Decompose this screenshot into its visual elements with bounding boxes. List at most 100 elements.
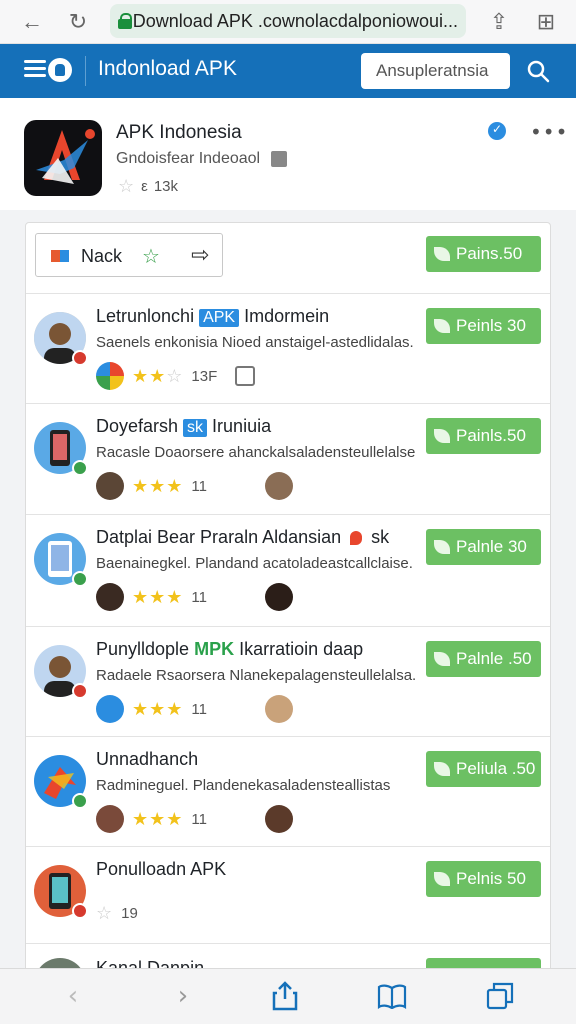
more-icon[interactable]: ••• (530, 120, 568, 144)
share-icon[interactable] (270, 981, 300, 1011)
item-downloads: 11 (191, 700, 207, 718)
flag-icon (51, 250, 69, 262)
tabs-icon[interactable] (486, 981, 516, 1011)
rating-stars: ☆ (96, 902, 114, 924)
browser-toolbar: ← ↻ Download APK .cownolacdalponiowoui..… (0, 0, 576, 44)
item-meta: ★★☆ 13F (96, 362, 256, 390)
app-name: APK Indonesia (116, 122, 242, 143)
item-description: Saenels enkonisia Nioed anstaigel-astedl… (96, 334, 414, 351)
item-title[interactable]: Punylldople MPK Ikarratioin daap (96, 639, 363, 660)
item-downloads: 19 (121, 904, 138, 922)
bookmarks-icon[interactable] (377, 981, 407, 1011)
badge-icon (72, 460, 88, 476)
reload-icon[interactable]: ↻ (60, 4, 96, 40)
pin-icon (350, 531, 363, 546)
list-item[interactable]: Punylldople MPK Ikarratioin daap Radaele… (26, 626, 550, 736)
item-title-suffix: Ikarratioin daap (234, 639, 364, 659)
filter-box[interactable]: Nack ☆ ⇨ (35, 233, 223, 277)
download-button[interactable]: Peliula .50 (426, 751, 541, 787)
rating-count: 13k (153, 178, 179, 195)
download-button-label: Peliula .50 (456, 759, 536, 778)
list-item[interactable]: Letrunlonchi APK Imdormein Saenels enkon… (26, 293, 550, 403)
download-button[interactable]: Pains.50 (426, 236, 541, 272)
url-bar[interactable]: Download APK .cownolacdalponiowoui... (110, 4, 466, 38)
list-item[interactable]: Datplai Bear Praraln Aldansian sk Baenai… (26, 514, 550, 624)
item-title[interactable]: Ponulloadn APK (96, 859, 226, 880)
share-icon[interactable]: ⇪ (481, 4, 517, 40)
item-title-suffix: Iruniuia (207, 416, 272, 436)
item-meta: ★★★ 11 (96, 472, 293, 500)
item-description: Baenainegkel. Plandand acatoladeastcallc… (96, 555, 413, 572)
app-icon[interactable] (24, 120, 102, 196)
rating-stars: ★★★ (132, 475, 184, 497)
item-title[interactable]: Datplai Bear Praraln Aldansian sk (96, 527, 389, 548)
download-button[interactable]: Pelnis 50 (426, 861, 541, 897)
badge-icon (72, 350, 88, 366)
user-avatar (265, 805, 293, 833)
download-button[interactable]: Peinls 30 (426, 308, 541, 344)
rating-stars: ★★☆ (132, 365, 184, 387)
download-button-label: Palnle 30 (456, 537, 527, 556)
list-item[interactable]: Unnadhanch Radmineguel. Plandenekasalade… (26, 736, 550, 846)
item-meta: ★★★ 11 (96, 695, 293, 723)
filter-label: Nack (81, 246, 123, 266)
arrow-icon[interactable]: ⇨ (191, 243, 209, 268)
download-button-label: Palnle .50 (456, 649, 532, 668)
leaf-icon (434, 247, 450, 261)
app-rating: ☆ ε 13k (118, 176, 178, 197)
item-title-text: Letrunlonchi (96, 306, 200, 326)
download-button-label: Pains.50 (456, 244, 523, 263)
item-tag: sk (183, 419, 208, 437)
star-icon[interactable]: ☆ (142, 244, 160, 268)
app-subtitle: Gndoisfear Indeoaol (116, 150, 287, 168)
app-header: Indonload APK Ansupleratnsia (0, 44, 576, 98)
item-downloads: 11 (191, 810, 207, 828)
app-subtitle-text: Gndoisfear Indeoaol (116, 150, 261, 167)
app-summary: APK Indonesia Gndoisfear Indeoaol ☆ ε 13… (0, 98, 576, 210)
item-title[interactable]: Doyefarsh sk Iruniuia (96, 416, 271, 437)
user-avatar (265, 583, 293, 611)
item-downloads: 11 (191, 588, 207, 606)
badge-icon (72, 683, 88, 699)
list-item[interactable]: Doyefarsh sk Iruniuia Racasle Doaorsere … (26, 403, 550, 513)
search-input[interactable]: Ansupleratnsia (361, 53, 510, 89)
download-button-label: Pelnis 50 (456, 869, 526, 888)
list-item[interactable]: Ponulloadn APK ☆ 19 Pelnis 50 (26, 846, 550, 956)
developer-icon (96, 472, 124, 500)
item-description: Radmineguel. Plandenekasaladensteallista… (96, 777, 391, 794)
back-icon[interactable]: ← (14, 4, 50, 40)
developer-icon (96, 583, 124, 611)
rating-stars: ★★★ (132, 586, 184, 608)
browser-bottom-bar: ‹ › (0, 968, 576, 1024)
item-title-text: Doyefarsh (96, 416, 184, 436)
download-button[interactable]: Palnle 30 (426, 529, 541, 565)
leaf-icon (434, 319, 450, 333)
developer-icon (96, 695, 124, 723)
download-button[interactable]: Painls.50 (426, 418, 541, 454)
download-button[interactable]: Palnle .50 (426, 641, 541, 677)
rating-stars: ★★★ (132, 808, 184, 830)
menu-icon[interactable] (24, 60, 46, 78)
item-title-text: Datplai Bear Praraln Aldansian (96, 527, 347, 547)
rating-stars: ★★★ (132, 698, 184, 720)
item-title[interactable]: Unnadhanch (96, 749, 198, 770)
star-icon: ☆ (118, 176, 136, 197)
url-text: Download APK .cownolacdalponiowoui... (132, 10, 458, 31)
item-description: Racasle Doaorsere ahanckalsaladensteulle… (96, 444, 416, 461)
add-tab-icon[interactable]: ⊞ (528, 4, 564, 40)
leaf-icon (434, 540, 450, 554)
back-icon[interactable]: ‹ (58, 981, 88, 1011)
item-downloads: 11 (191, 477, 207, 495)
item-meta: ★★★ 11 (96, 583, 293, 611)
search-icon[interactable] (526, 59, 550, 83)
download-button-label: Painls.50 (456, 426, 526, 445)
item-downloads: 13F (191, 367, 218, 385)
item-title[interactable]: Letrunlonchi APK Imdormein (96, 306, 329, 327)
item-meta: ★★★ 11 (96, 805, 293, 833)
item-tag: APK (199, 309, 240, 327)
forward-icon[interactable]: › (168, 981, 198, 1011)
verified-icon (488, 122, 506, 140)
badge-icon (72, 793, 88, 809)
item-tag: MPK (194, 639, 235, 659)
app-list: Nack ☆ ⇨ Pains.50 Letrunlonchi APK Imdor… (25, 222, 551, 972)
